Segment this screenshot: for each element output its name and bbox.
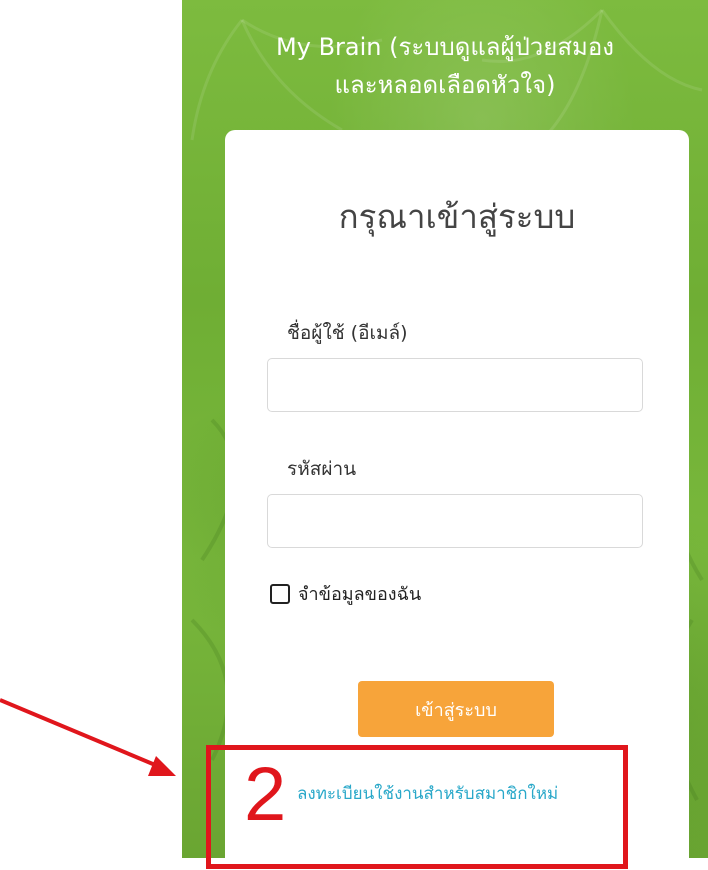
annotation-arrow — [0, 698, 176, 776]
